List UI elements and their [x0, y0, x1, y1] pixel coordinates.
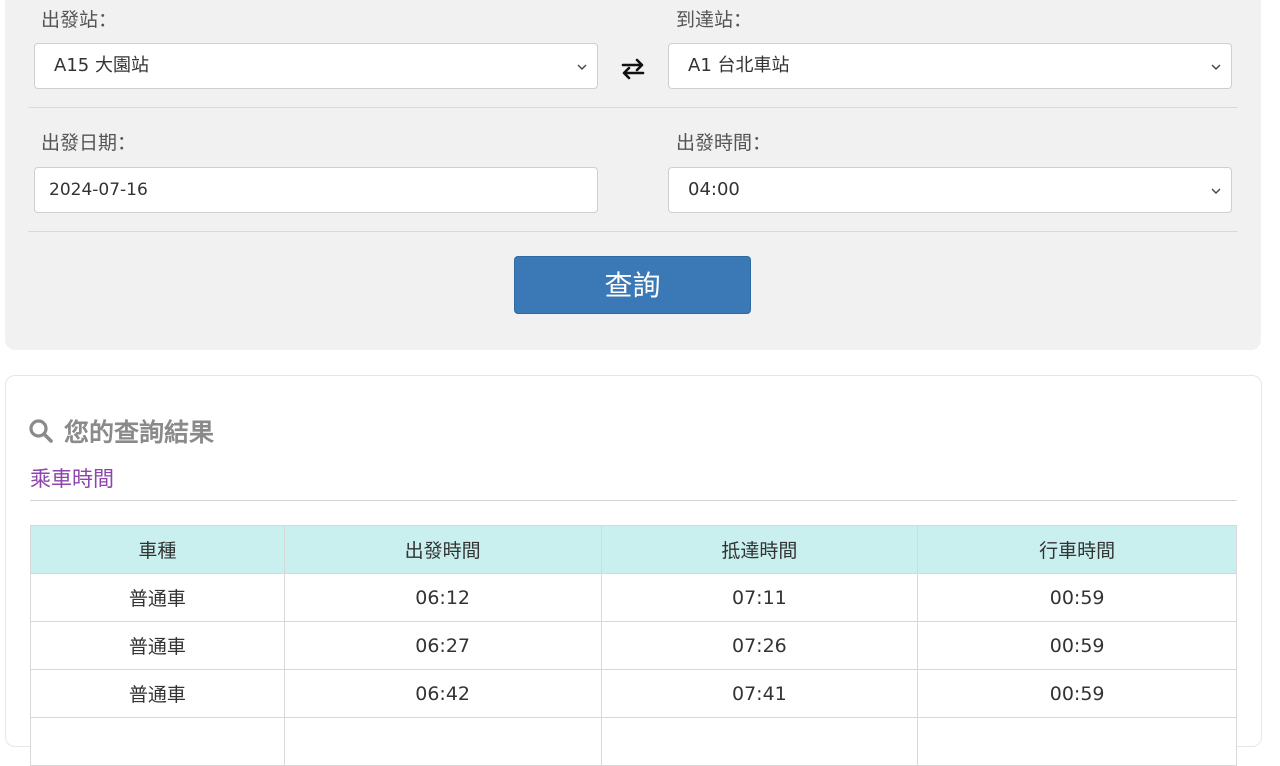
- train-type-cell: 普通車: [30, 573, 285, 622]
- travel-time-cell: [917, 717, 1237, 766]
- table-row: 普通車 06:42 07:41 00:59: [30, 669, 1237, 718]
- train-type-cell: 普通車: [30, 621, 285, 670]
- train-type-cell: 普通車: [30, 669, 285, 718]
- chevron-down-icon: [577, 44, 587, 88]
- travel-time-cell: 00:59: [917, 573, 1237, 622]
- arrival-station-label: 到達站：: [676, 9, 753, 31]
- table-header-row: 車種 出發時間 抵達時間 行車時間: [30, 525, 1237, 574]
- arrival-time-cell: [600, 717, 919, 766]
- column-header-departure-time: 出發時間: [283, 525, 602, 574]
- departure-date-label: 出發日期：: [41, 132, 137, 154]
- table-row: 普通車 06:27 07:26 00:59: [30, 621, 1237, 670]
- departure-date-input[interactable]: 2024-07-16: [34, 167, 598, 213]
- swap-stations-button[interactable]: [617, 53, 649, 85]
- table-row: [30, 717, 1237, 766]
- chevron-down-icon: [1211, 44, 1221, 88]
- departure-station-label: 出發站：: [41, 9, 118, 31]
- departure-time-cell: 06:42: [283, 669, 602, 718]
- results-title-text: 您的查詢結果: [64, 418, 215, 447]
- search-icon: [28, 418, 54, 444]
- ride-time-subtitle: 乘車時間: [30, 467, 114, 491]
- arrival-time-cell: 07:41: [600, 669, 919, 718]
- results-title: 您的查詢結果: [28, 413, 214, 449]
- column-header-travel-time: 行車時間: [917, 525, 1237, 574]
- departure-time-cell: 06:12: [283, 573, 602, 622]
- table-row: 普通車 06:12 07:11 00:59: [30, 573, 1237, 622]
- departure-time-label: 出發時間：: [676, 132, 772, 154]
- departure-time-cell: [283, 717, 602, 766]
- departure-station-value: A15 大園站: [54, 55, 149, 76]
- departure-time-select[interactable]: 04:00: [668, 167, 1232, 213]
- form-divider: [28, 231, 1238, 232]
- swap-arrows-icon: [619, 56, 647, 82]
- arrival-station-value: A1 台北車站: [688, 55, 790, 76]
- train-type-cell: [30, 717, 285, 766]
- arrival-time-cell: 07:11: [600, 573, 919, 622]
- departure-station-select[interactable]: A15 大園站: [34, 43, 598, 89]
- travel-time-cell: 00:59: [917, 621, 1237, 670]
- chevron-down-icon: [1211, 168, 1221, 212]
- travel-time-cell: 00:59: [917, 669, 1237, 718]
- subtitle-divider: [30, 500, 1237, 501]
- departure-time-value: 04:00: [688, 179, 740, 200]
- search-submit-button[interactable]: 查詢: [514, 256, 751, 314]
- form-divider: [28, 107, 1238, 108]
- arrival-time-cell: 07:26: [600, 621, 919, 670]
- column-header-train-type: 車種: [30, 525, 285, 574]
- departure-date-value: 2024-07-16: [49, 180, 148, 200]
- arrival-station-select[interactable]: A1 台北車站: [668, 43, 1232, 89]
- results-table: 車種 出發時間 抵達時間 行車時間 普通車 06:12 07:11 00:59 …: [30, 525, 1237, 766]
- departure-time-cell: 06:27: [283, 621, 602, 670]
- column-header-arrival-time: 抵達時間: [600, 525, 919, 574]
